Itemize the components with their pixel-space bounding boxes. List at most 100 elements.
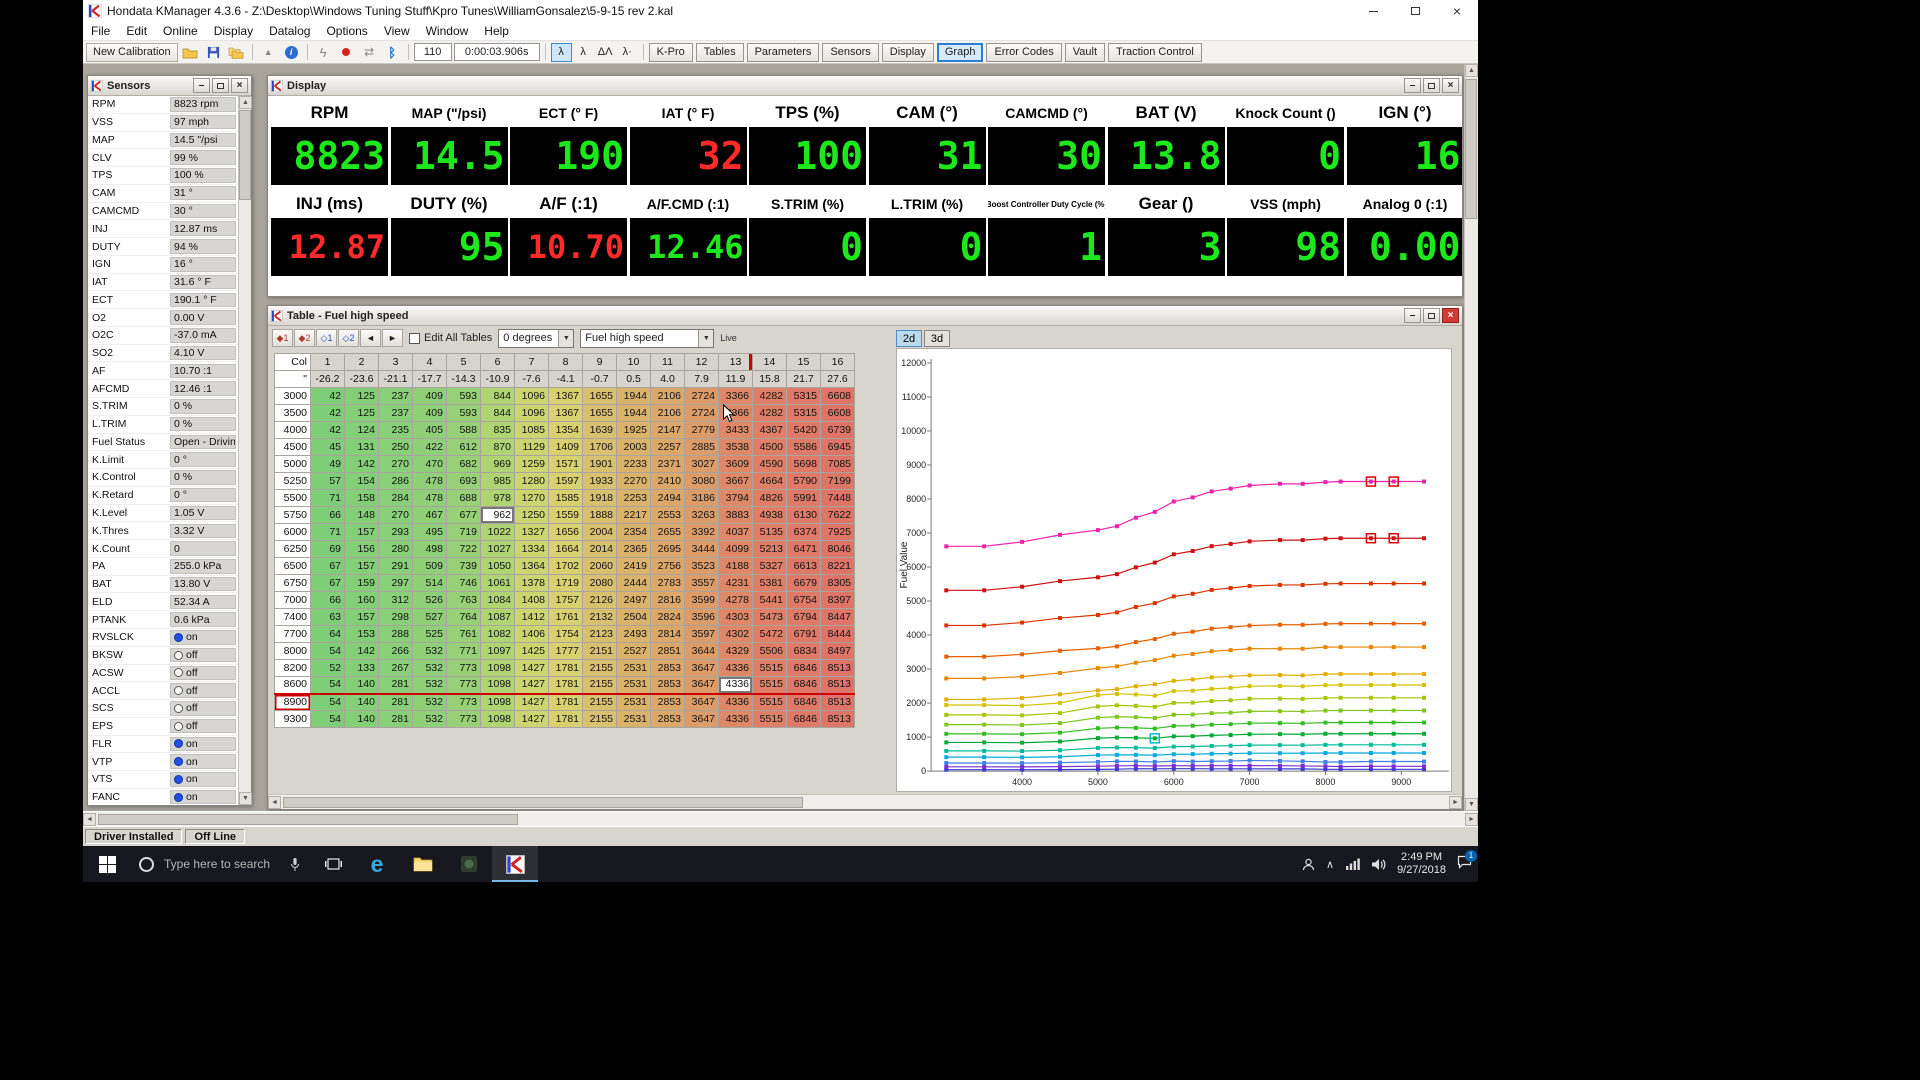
fuel-cell[interactable]: 124 [345,422,379,439]
app-taskbar-button[interactable] [446,846,492,882]
fuel-cell[interactable]: 3557 [685,575,719,592]
fuel-cell[interactable]: 6846 [787,711,821,728]
fuel-cell[interactable]: 2853 [651,694,685,711]
sensor-row-ect[interactable]: ECT190.1 ° F [88,291,238,309]
fuel-cell[interactable]: 2060 [583,558,617,575]
fuel-cell[interactable]: 158 [345,490,379,507]
fuel-cell[interactable]: 1702 [549,558,583,575]
col-header-4[interactable]: 4 [413,354,447,371]
fuel-cell[interactable]: 532 [413,711,447,728]
fuel-cell[interactable]: 1933 [583,473,617,490]
fuel-cell[interactable]: 1259 [515,456,549,473]
fuel-cell[interactable]: 1944 [617,388,651,405]
fuel-cell[interactable]: 286 [379,473,413,490]
fuel-cell[interactable]: 2155 [583,711,617,728]
fuel-cell[interactable]: 773 [447,660,481,677]
fuel-cell[interactable]: 3597 [685,626,719,643]
view-button-parameters[interactable]: Parameters [747,43,820,62]
sensor-row-acsw[interactable]: ACSWoff [88,665,238,683]
view-button-error-codes[interactable]: Error Codes [986,43,1061,62]
fuel-cell[interactable]: 4303 [719,609,753,626]
sensor-row-o2c[interactable]: O2C-37.0 mA [88,327,238,345]
fuel-cell[interactable]: 4231 [719,575,753,592]
fuel-cell[interactable]: 157 [345,609,379,626]
fuel-cell[interactable]: 8397 [821,592,855,609]
fuel-cell[interactable]: 1664 [549,541,583,558]
lambda-pair-button[interactable]: ΔΛ [595,43,616,62]
map-header[interactable]: -10.9 [481,371,515,388]
lambda1-trace-button[interactable]: ◆1 [272,329,293,347]
fuel-cell[interactable]: 2816 [651,592,685,609]
fuel-cell[interactable]: 297 [379,575,413,592]
row-header-4000[interactable]: 4000 [275,422,311,439]
fuel-cell[interactable]: 612 [447,439,481,456]
fuel-cell[interactable]: 2155 [583,677,617,694]
fuel-cell[interactable]: 6945 [821,439,855,456]
fuel-cell[interactable]: 6834 [787,643,821,660]
fuel-cell[interactable]: 5515 [753,711,787,728]
fuel-cell[interactable]: 1944 [617,405,651,422]
fuel-cell[interactable]: 4336 [719,711,753,728]
sensor-row-vtp[interactable]: VTPon [88,753,238,771]
fuel-cell[interactable]: 2531 [617,677,651,694]
fuel-cell[interactable]: 5135 [753,524,787,541]
menu-window[interactable]: Window [418,23,477,39]
col-header-15[interactable]: 15 [787,354,821,371]
fuel-cell[interactable]: 1781 [549,677,583,694]
fuel-cell[interactable]: 525 [413,626,447,643]
fuel-cell[interactable]: 2354 [617,524,651,541]
fuel-cell[interactable]: 978 [481,490,515,507]
app-close-button[interactable]: × [1436,0,1478,22]
sensor-row-ptank[interactable]: PTANK0.6 kPa [88,611,238,629]
upload-icon[interactable]: ▲ [258,43,279,62]
fuel-cell[interactable]: 3596 [685,609,719,626]
sensor-row-bat[interactable]: BAT13.80 V [88,576,238,594]
fuel-cell[interactable]: 2365 [617,541,651,558]
fuel-cell[interactable]: 761 [447,626,481,643]
kmanager-taskbar-button[interactable] [492,846,538,882]
tray-expand-icon[interactable]: ∧ [1326,858,1334,871]
row-header-8600[interactable]: 8600 [275,677,311,694]
fuel-cell[interactable]: 2155 [583,660,617,677]
fuel-cell[interactable]: 422 [413,439,447,456]
fuel-cell[interactable]: 8447 [821,609,855,626]
col-header-1[interactable]: 1 [311,354,345,371]
sensors-scrollbar[interactable]: ▲ ▼ [238,96,251,805]
fuel-cell[interactable]: 8497 [821,643,855,660]
fuel-cell[interactable]: 71 [311,490,345,507]
row-header-6000[interactable]: 6000 [275,524,311,541]
view-button-tables[interactable]: Tables [696,43,744,62]
fuel-cell[interactable]: 2014 [583,541,617,558]
fuel-cell[interactable]: 2253 [617,490,651,507]
fuel-cell[interactable]: 281 [379,694,413,711]
fuel-cell[interactable]: 739 [447,558,481,575]
fuel-cell[interactable]: 2155 [583,694,617,711]
fuel-cell[interactable]: 4500 [753,439,787,456]
menu-datalog[interactable]: Datalog [261,23,318,39]
table-select-dropdown[interactable]: Fuel high speed ▼ [580,329,714,348]
marker2-button[interactable]: ◇2 [338,329,359,347]
fuel-cell[interactable]: 8046 [821,541,855,558]
scroll-thumb[interactable] [98,814,518,825]
view-button-vault[interactable]: Vault [1065,43,1105,62]
fuel-cell[interactable]: 237 [379,405,413,422]
scroll-right-icon[interactable]: ► [1449,796,1462,809]
fuel-cell[interactable]: 270 [379,456,413,473]
minimize-button[interactable]: – [1404,78,1421,93]
map-header[interactable]: 0.5 [617,371,651,388]
fuel-cell[interactable]: 844 [481,405,515,422]
fuel-cell[interactable]: 2123 [583,626,617,643]
scroll-thumb[interactable] [283,797,803,808]
row-header-7400[interactable]: 7400 [275,609,311,626]
fuel-cell[interactable]: 1087 [481,609,515,626]
fuel-cell[interactable]: 3647 [685,694,719,711]
fuel-cell[interactable]: 2004 [583,524,617,541]
fuel-cell[interactable]: 54 [311,711,345,728]
fuel-cell[interactable]: 1655 [583,405,617,422]
fuel-cell[interactable]: 49 [311,456,345,473]
row-header-8900[interactable]: 8900 [275,694,311,711]
fuel-cell[interactable]: 1425 [515,643,549,660]
fuel-cell[interactable]: 1098 [481,677,515,694]
row-header-5750[interactable]: 5750 [275,507,311,524]
fuel-cell[interactable]: 746 [447,575,481,592]
